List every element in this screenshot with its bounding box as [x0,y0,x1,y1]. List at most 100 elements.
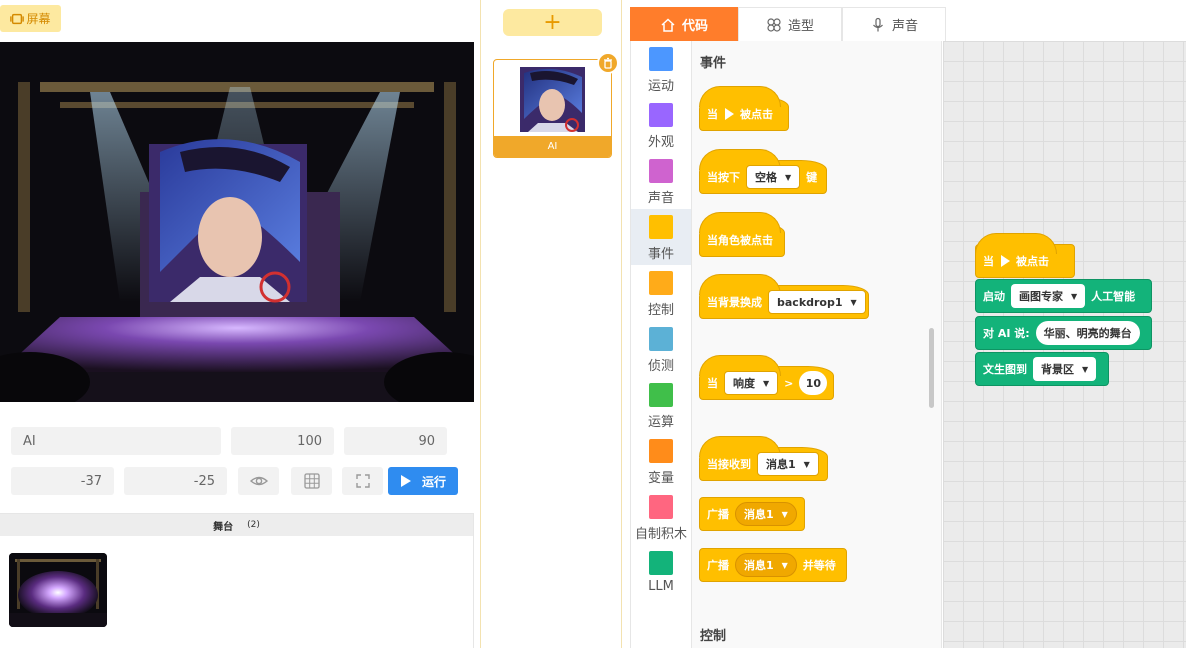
home-icon [661,17,675,32]
block-when-receive[interactable]: 当接收到 消息1 ▼ [699,436,828,481]
stage-backdrop-image [0,42,474,402]
editor-tabs: 代码 造型 声音 [630,7,946,41]
block-text: 键 [806,171,818,184]
script-say-to-ai[interactable]: 对 AI 说: 华丽、明亮的舞台 [975,316,1152,350]
block-text: 广播 [707,559,729,572]
trash-icon [604,57,612,69]
broadcast-dropdown[interactable]: 消息1 ▼ [735,502,797,526]
category-operators[interactable]: 运算 [631,377,691,433]
tab-sound-label: 声音 [891,19,918,34]
script-text-to-image[interactable]: 文生图到 背景区 ▼ [975,352,1109,386]
block-when-backdrop-switches[interactable]: 当背景换成 backdrop1 ▼ [699,274,869,319]
category-sensing[interactable]: 侦测 [631,321,691,377]
category-my-blocks[interactable]: 自制积木 [631,489,691,545]
y-input[interactable]: -25 [124,467,227,495]
block-broadcast-and-wait[interactable]: 广播 消息1 ▼ 并等待 [699,548,847,582]
block-text: 当角色被点击 [707,234,773,247]
category-swatch [649,495,673,519]
broadcast-wait-dropdown[interactable]: 消息1 ▼ [735,553,797,577]
category-label: 自制积木 [634,527,687,542]
message-dropdown[interactable]: 消息1 ▼ [757,452,819,476]
backdrop-thumbnail-image [9,553,107,627]
key-dropdown[interactable]: 空格 ▼ [746,165,801,189]
category-control[interactable]: 控制 [631,265,691,321]
size-input[interactable]: 100 [231,427,334,455]
block-text: 被点击 [1016,255,1049,268]
category-events[interactable]: 事件 [631,209,691,265]
block-broadcast[interactable]: 广播 消息1 ▼ [699,497,805,531]
dropdown-arrow-icon: ▼ [1071,291,1078,301]
tab-code[interactable]: 代码 [630,7,738,41]
backdrop-thumbnail[interactable] [9,553,107,627]
dropdown-arrow-icon: ▼ [1082,364,1089,374]
block-text: 广播 [707,508,729,521]
run-label: 运行 [421,474,446,489]
sprite-name-input[interactable]: AI [11,427,221,455]
block-text: 当 [707,377,718,390]
block-categories: 运动 外观 声音 事件 控制 侦测 运算 变量 自制积木 LLM [630,41,692,648]
loudness-dropdown[interactable]: 响度 ▼ [724,371,779,395]
category-swatch [649,215,673,239]
microphone-icon [873,17,883,31]
screen-button[interactable]: 屏幕 [0,5,61,32]
tab-costume[interactable]: 造型 [738,7,842,41]
category-label: 控制 [647,303,674,318]
stage-header: 舞台 (2) [0,514,473,536]
direction-input[interactable]: 90 [344,427,447,455]
dropdown-arrow-icon: ▼ [803,459,810,469]
block-when-key-pressed[interactable]: 当按下 空格 ▼ 键 [699,149,827,194]
block-when-loudness[interactable]: 当 响度 ▼ > 10 [699,355,834,400]
block-text: 当 [707,108,718,121]
category-label: 事件 [647,247,674,262]
category-motion[interactable]: 运动 [631,41,691,97]
target-dropdown[interactable]: 背景区 ▼ [1033,357,1097,381]
block-text: 对 AI 说: [983,327,1030,340]
input-value: 华丽、明亮的舞台 [1043,327,1132,340]
palette-section-events: 事件 [700,56,727,71]
block-text: 并等待 [802,559,836,572]
sprite-list-panel: + AI [480,0,622,648]
x-value: -37 [80,473,102,489]
ai-model-dropdown[interactable]: 画图专家 ▼ [1011,284,1086,308]
category-sound[interactable]: 声音 [631,153,691,209]
add-sprite-button[interactable]: + [503,9,602,36]
delete-sprite-button[interactable] [597,52,619,74]
category-llm[interactable]: LLM [631,545,691,601]
script-workspace[interactable]: 当 被点击 启动 画图专家 ▼ 人工智能 对 AI 说: 华丽、明亮的舞台 文生图… [943,41,1186,648]
script-when-flag-clicked[interactable]: 当 被点击 [975,233,1075,278]
stage-count: (2) [247,520,260,530]
dropdown-arrow-icon: ▼ [781,509,788,519]
tab-code-label: 代码 [681,19,708,34]
category-label: LLM [648,579,674,594]
loudness-value-input[interactable]: 10 [799,371,828,395]
category-label: 外观 [647,135,674,150]
category-looks[interactable]: 外观 [631,97,691,153]
palette-scrollbar[interactable] [929,328,934,408]
grid-toggle[interactable] [291,467,332,495]
category-variables[interactable]: 变量 [631,433,691,489]
block-palette[interactable]: 事件 当 被点击 当按下 空格 ▼ 键 当角色被点击 当背景换成 backdrop… [692,41,942,648]
dropdown-value: 响度 [733,377,755,390]
backdrop-dropdown[interactable]: backdrop1 ▼ [768,290,866,314]
visibility-toggle[interactable] [238,467,279,495]
category-label: 运算 [647,415,674,430]
stage-canvas[interactable] [0,42,474,402]
script-start-ai[interactable]: 启动 画图专家 ▼ 人工智能 [975,279,1152,313]
sprite-card-name: AI [494,136,611,157]
prompt-input[interactable]: 华丽、明亮的舞台 [1035,321,1140,345]
block-when-sprite-clicked[interactable]: 当角色被点击 [699,212,785,257]
screen-label: 屏幕 [26,12,51,26]
tab-sound[interactable]: 声音 [842,7,946,41]
fullscreen-button[interactable] [342,467,383,495]
dropdown-value: 画图专家 [1019,290,1063,303]
category-swatch [649,271,673,295]
dropdown-value: 空格 [755,171,777,184]
block-text: 当 [983,255,994,268]
green-flag-icon [1001,255,1010,267]
x-input[interactable]: -37 [11,467,114,495]
eye-icon [249,476,268,486]
sprite-card-ai[interactable]: AI [493,59,612,158]
block-when-flag-clicked[interactable]: 当 被点击 [699,86,789,131]
run-button[interactable]: 运行 [388,467,458,495]
sprite-thumbnail-image [520,67,585,132]
